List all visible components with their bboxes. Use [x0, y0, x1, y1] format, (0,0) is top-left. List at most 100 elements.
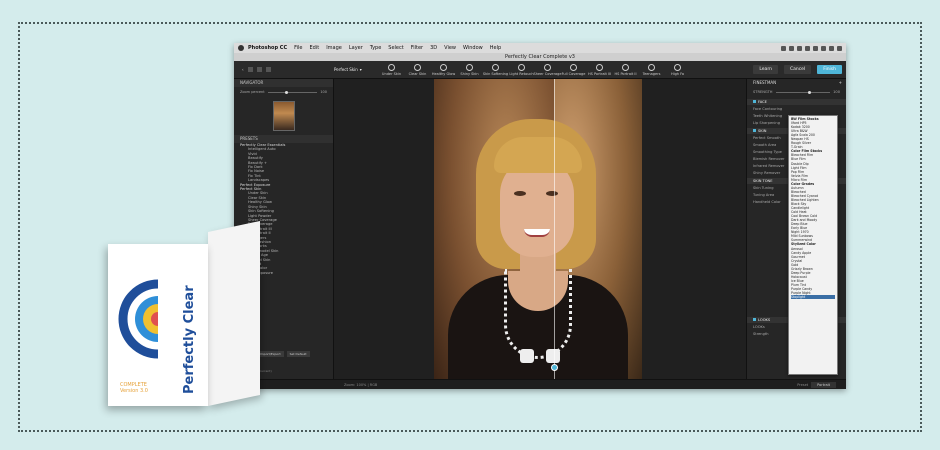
set-default-button[interactable]: Set Default	[286, 351, 310, 357]
strength-slider[interactable]	[775, 90, 831, 94]
face-icon	[674, 63, 681, 71]
tool-label: Clear Skin	[408, 71, 427, 76]
face-icon	[648, 63, 655, 71]
tool-teenagers[interactable]: Teenagers	[640, 63, 663, 76]
status-icon[interactable]	[829, 45, 834, 51]
face-icon	[492, 63, 499, 71]
zoom-value: 100	[320, 90, 327, 94]
photo-pendant	[546, 349, 560, 363]
tool-sheer-coverage[interactable]: Sheer Coverage	[533, 63, 562, 76]
tool-clear-skin[interactable]: Clear Skin	[406, 63, 429, 76]
menu-3d[interactable]: 3D	[430, 45, 437, 51]
tool-label: HS Portrait II	[614, 71, 637, 76]
tool-high-fashion[interactable]: High Fa	[666, 63, 689, 76]
tool-label: Under Skin	[381, 71, 402, 76]
cancel-button[interactable]: Cancel	[783, 65, 812, 74]
status-preset-label: Preset	[797, 382, 809, 387]
menu-image[interactable]: Image	[326, 45, 342, 51]
menubar-status-icons	[781, 45, 846, 51]
finish-button[interactable]: Finish	[817, 65, 842, 74]
face-icon	[414, 63, 421, 71]
face-icon	[596, 63, 603, 71]
tool-shiny-skin[interactable]: Shiny Skin	[458, 63, 481, 76]
navigator-header[interactable]: NAVIGATOR	[234, 79, 333, 87]
status-icon[interactable]	[813, 45, 818, 51]
product-box: Perfectly Clear COMPLETE Version 3.0	[108, 220, 268, 410]
tool-light-retouch[interactable]: Light Retouch	[509, 63, 534, 76]
tool-hs-portrait-ii[interactable]: HS Portrait II	[614, 63, 637, 76]
tool-full-coverage[interactable]: Full Coverage	[561, 63, 586, 76]
zoom-slider[interactable]	[267, 90, 318, 94]
menu-window[interactable]: Window	[463, 45, 483, 51]
photo-eye	[546, 191, 558, 196]
status-icon[interactable]	[837, 45, 842, 51]
status-icon[interactable]	[789, 45, 794, 51]
photo-bangs	[494, 137, 582, 173]
menu-edit[interactable]: Edit	[310, 45, 320, 51]
presets-header[interactable]: PRESETS	[234, 135, 333, 143]
face-icon	[622, 63, 629, 71]
tool-label: Shiny Skin	[460, 71, 479, 76]
menu-type[interactable]: Type	[370, 45, 381, 51]
add-icon[interactable]: +	[839, 79, 842, 87]
photo-pendant	[520, 349, 534, 363]
tool-skin-softening[interactable]: Skin Softening	[483, 63, 508, 76]
back-icon[interactable]: ‹	[242, 67, 244, 72]
menu-view[interactable]: View	[444, 45, 456, 51]
before-after-divider[interactable]	[554, 79, 555, 379]
portrait-photo[interactable]	[434, 79, 642, 379]
strength-value: 100	[833, 90, 840, 94]
menu-select[interactable]: Select	[388, 45, 403, 51]
preset-selector[interactable]: Perfect Skin ▾	[334, 67, 370, 72]
looks-dropdown[interactable]: BW Film Stocks Ilford HP5 Kodak 3200 Ult…	[788, 115, 838, 375]
right-panel-header: FINESTMAN +	[747, 79, 846, 87]
status-icon[interactable]	[805, 45, 810, 51]
learn-button[interactable]: Learn	[753, 65, 778, 74]
face-icon	[518, 63, 525, 71]
menu-file[interactable]: File	[294, 45, 302, 51]
image-canvas[interactable]	[334, 79, 746, 379]
face-icon	[466, 63, 473, 71]
strength-label: STRENGTH	[753, 90, 773, 94]
right-panel-title: FINESTMAN	[753, 80, 777, 85]
split-view-icon[interactable]	[256, 67, 262, 72]
single-view-icon[interactable]	[247, 67, 253, 72]
chevron-down-icon: ▾	[359, 67, 362, 72]
status-icon[interactable]	[797, 45, 802, 51]
face-row[interactable]: Face Contouring	[747, 105, 846, 112]
menu-app[interactable]: Photoshop CC	[248, 45, 287, 51]
navigator-thumbnail[interactable]	[272, 101, 295, 131]
tool-healthy-glow[interactable]: Healthy Glow	[432, 63, 455, 76]
toolbar: ‹ Perfect Skin ▾ Under Skin Clear Skin H…	[234, 61, 846, 79]
strength-slider-handle[interactable]	[808, 90, 812, 94]
status-bar: Zoom: 100% | RGB Preset Portrait	[234, 379, 846, 389]
menu-filter[interactable]: Filter	[411, 45, 423, 51]
product-brand: Perfectly Clear	[182, 285, 197, 394]
view-controls: ‹	[234, 67, 334, 72]
status-icon[interactable]	[821, 45, 826, 51]
tool-label: Full Coverage	[561, 71, 586, 76]
zoom-control: Zoom percent 100	[234, 87, 333, 97]
tool-under-skin[interactable]: Under Skin	[380, 63, 403, 76]
tool-label: HS Portrait III	[587, 71, 612, 76]
preset-selector-label: Perfect Skin	[334, 67, 358, 72]
status-preset-select[interactable]: Portrait	[811, 381, 836, 388]
face-icon	[388, 63, 395, 71]
menu-layer[interactable]: Layer	[349, 45, 363, 51]
face-icon	[544, 63, 551, 71]
menubar: Photoshop CC File Edit Image Layer Type …	[234, 43, 846, 53]
preset-tools: Under Skin Clear Skin Healthy Glow Shiny…	[380, 63, 689, 76]
tool-hs-portrait-iii[interactable]: HS Portrait III	[587, 63, 612, 76]
zoom-slider-handle[interactable]	[285, 90, 288, 94]
status-icon[interactable]	[781, 45, 786, 51]
photo-necklace	[504, 269, 572, 359]
divider-handle[interactable]	[551, 364, 558, 371]
menu-help[interactable]: Help	[490, 45, 501, 51]
product-box-side	[208, 220, 260, 406]
apple-icon[interactable]	[238, 45, 244, 51]
product-version: Version 3.0	[120, 388, 148, 394]
strength-control: STRENGTH 100	[747, 87, 846, 97]
side-view-icon[interactable]	[265, 67, 271, 72]
window-title: Perfectly Clear Complete v3	[234, 53, 846, 61]
dropdown-option-selected[interactable]: Stoplight	[791, 295, 835, 300]
